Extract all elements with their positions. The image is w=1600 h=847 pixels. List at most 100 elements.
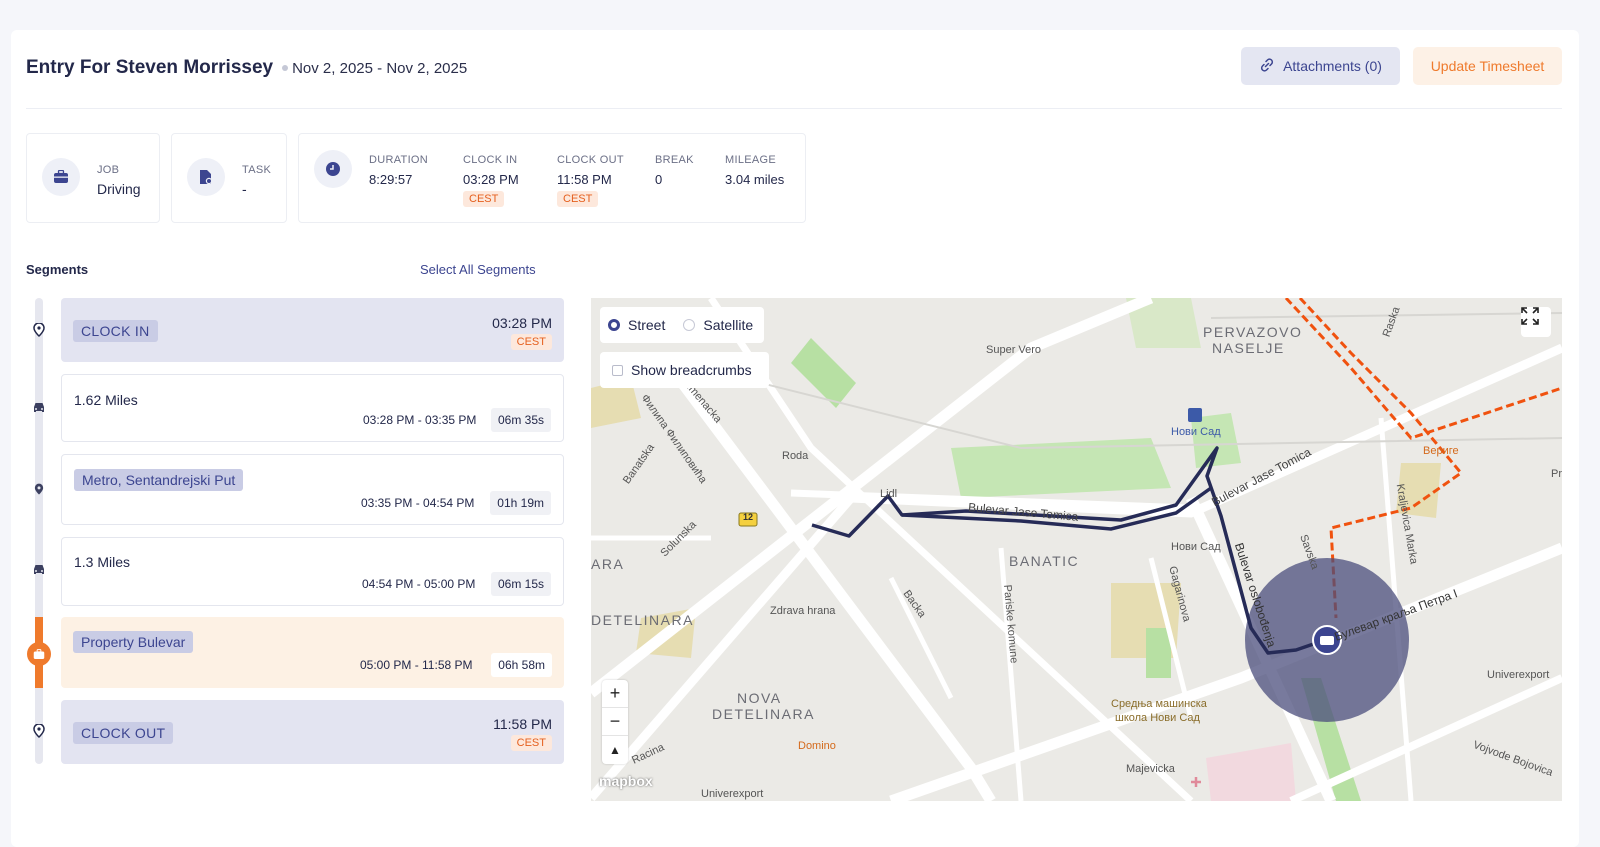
map-label: Majevicka: [1126, 763, 1175, 775]
breadcrumbs-label: Show breadcrumbs: [631, 362, 752, 378]
separator-dot: [282, 65, 289, 71]
clock-out-label: CLOCK OUT: [557, 154, 624, 166]
job-marker-briefcase: [1320, 636, 1334, 645]
clock-out-timezone-badge: CEST: [557, 191, 599, 207]
satellite-radio[interactable]: [683, 319, 696, 331]
breadcrumbs-toggle[interactable]: Show breadcrumbs: [600, 352, 769, 388]
segment-timezone-badge: CEST: [510, 334, 552, 350]
breadcrumbs-checkbox[interactable]: [612, 364, 623, 376]
break-label: BREAK: [655, 154, 694, 166]
street-label[interactable]: Street: [628, 317, 665, 333]
map-label: DETELINARA: [712, 706, 815, 722]
zoom-controls: + − ▲: [602, 680, 628, 764]
job-info-card: JOB Driving: [26, 133, 160, 223]
map-label: Domino: [798, 740, 836, 752]
segment-time-range: 05:00 PM - 11:58 PM: [360, 658, 473, 672]
job-label: JOB: [97, 164, 120, 176]
map-label: Нови Сад: [1171, 541, 1221, 553]
zoom-in-button[interactable]: +: [602, 680, 628, 708]
satellite-label[interactable]: Satellite: [703, 317, 753, 333]
zoom-out-button[interactable]: −: [602, 708, 628, 736]
map-label: школа Нови Сад: [1115, 712, 1200, 724]
header-divider: [26, 108, 1562, 109]
segment-drive[interactable]: 1.62 Miles 03:28 PM - 03:35 PM 06m 35s: [61, 374, 564, 442]
map-label: NOVA: [737, 690, 782, 706]
stop-location-chip: Metro, Sentandrejski Put: [74, 469, 244, 491]
map-layer-toggle: Street Satellite: [600, 307, 764, 343]
stop-pin-icon: [29, 479, 49, 499]
select-all-segments-link[interactable]: Select All Segments: [420, 262, 536, 277]
clock-in-label: CLOCK IN: [463, 154, 518, 166]
segment-clock-in[interactable]: CLOCK IN 03:28 PM CEST: [61, 298, 564, 362]
link-icon: [1259, 57, 1275, 76]
map-label: Pr: [1551, 468, 1562, 480]
mapbox-logo[interactable]: mapbox: [599, 773, 653, 789]
map-label: DETELINARA: [591, 612, 694, 628]
segment-duration: 01h 19m: [490, 491, 551, 515]
break-value: 0: [655, 172, 663, 187]
fullscreen-button[interactable]: [1521, 307, 1551, 337]
map-label: Вериге: [1423, 445, 1459, 457]
station-marker: [1188, 408, 1202, 422]
segment-time-range: 03:28 PM - 03:35 PM: [363, 413, 477, 427]
job-value: Driving: [97, 181, 141, 197]
park-area: [1146, 628, 1171, 678]
duration-label: DURATION: [369, 154, 429, 166]
map-label: Нови Сад: [1171, 426, 1221, 438]
clock-in-value: 03:28 PM: [463, 172, 519, 187]
segment-miles: 1.3 Miles: [74, 554, 131, 570]
segment-time: 03:28 PM: [492, 315, 552, 331]
street-radio[interactable]: [608, 319, 620, 331]
map-label: Univerexport: [1487, 669, 1550, 681]
job-location-chip: Property Bulevar: [73, 631, 194, 653]
clock-icon: [314, 150, 352, 188]
update-timesheet-button[interactable]: Update Timesheet: [1413, 47, 1562, 85]
car-icon: [29, 560, 49, 580]
map-label: Univerexport: [701, 788, 764, 800]
clock-out-chip: CLOCK OUT: [73, 722, 174, 744]
page-title: Entry For Steven Morrissey: [26, 57, 274, 78]
segment-duration: 06m 15s: [490, 572, 551, 596]
task-document-icon: [187, 158, 225, 196]
segment-stop[interactable]: Metro, Sentandrejski Put 03:35 PM - 04:5…: [61, 454, 564, 525]
segment-time-range: 04:54 PM - 05:00 PM: [362, 577, 476, 591]
segment-duration: 06h 58m: [491, 653, 552, 677]
segment-job[interactable]: Property Bulevar 05:00 PM - 11:58 PM 06h…: [61, 617, 564, 688]
map-label: Super Vero: [986, 344, 1042, 356]
map-label: Zdrava hrana: [770, 605, 836, 617]
map-label: ARA: [591, 556, 625, 572]
attachments-label: Attachments (0): [1283, 58, 1382, 74]
date-range: Nov 2, 2025 - Nov 2, 2025: [292, 59, 468, 77]
attachments-button[interactable]: Attachments (0): [1241, 47, 1400, 85]
task-label: TASK: [242, 164, 272, 176]
task-info-card: TASK -: [171, 133, 287, 223]
entry-header: Entry For Steven Morrissey Nov 2, 2025 -…: [26, 48, 467, 88]
task-value: -: [242, 181, 247, 197]
time-stats-card: DURATION 8:29:57 CLOCK IN 03:28 PM CEST …: [298, 133, 806, 223]
segment-duration: 06m 35s: [490, 408, 551, 432]
duration-value: 8:29:57: [369, 172, 413, 187]
map-label: Roda: [782, 450, 809, 462]
map-label: BANATIC: [1009, 553, 1080, 569]
map-label: 12: [743, 512, 754, 522]
segments-title: Segments: [26, 262, 89, 277]
route-map[interactable]: PERVAZOVO NASELJE Super Vero Нови Сад Ве…: [591, 298, 1562, 801]
compass-button[interactable]: ▲: [602, 736, 628, 764]
map-label: Средња машинска: [1111, 698, 1207, 710]
mileage-value: 3.04 miles: [725, 172, 785, 187]
segment-clock-out[interactable]: CLOCK OUT 11:58 PM CEST: [61, 700, 564, 764]
job-briefcase-icon: [27, 642, 51, 666]
segment-drive[interactable]: 1.3 Miles 04:54 PM - 05:00 PM 06m 15s: [61, 537, 564, 606]
map-label: NASELJE: [1212, 340, 1285, 356]
timeline-rail: [35, 298, 43, 764]
map-label: Lidl: [880, 488, 898, 500]
location-pin-icon: [29, 320, 49, 340]
car-icon: [29, 398, 49, 418]
segment-time-range: 03:35 PM - 04:54 PM: [361, 496, 475, 510]
clock-in-timezone-badge: CEST: [463, 191, 505, 207]
briefcase-icon: [42, 158, 80, 196]
map-label: PERVAZOVO: [1203, 324, 1303, 340]
segment-timezone-badge: CEST: [510, 735, 552, 751]
mileage-label: MILEAGE: [725, 154, 777, 166]
segment-miles: 1.62 Miles: [74, 392, 138, 408]
